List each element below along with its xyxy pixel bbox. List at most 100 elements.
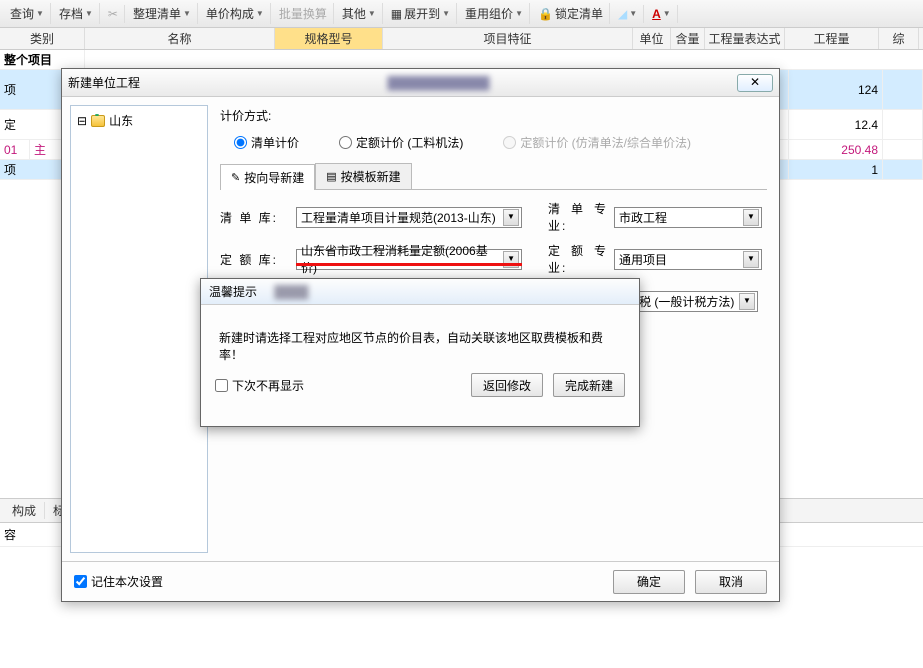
combo-quotalib[interactable]: 山东省市政工程消耗量定额(2006基价)▼	[296, 249, 522, 270]
red-annotation	[296, 263, 522, 266]
combo-listlib[interactable]: 工程量清单项目计量规范(2013-山东)▼	[296, 207, 522, 228]
highlight-button[interactable]: ◢▼	[612, 5, 644, 23]
label: 清单专业:	[548, 200, 608, 234]
finish-button[interactable]: 完成新建	[553, 373, 625, 397]
label: 批量换算	[279, 5, 327, 22]
scissors-icon: ✂	[108, 7, 118, 21]
combo-quotamajor[interactable]: 通用项目 ▼	[614, 249, 762, 270]
label: 下次不再显示	[232, 377, 304, 394]
tip-footer: 下次不再显示 返回修改 完成新建	[201, 373, 639, 397]
chevron-down-icon: ▼	[36, 9, 44, 18]
value: 通用项目	[619, 251, 667, 268]
dialog-title: 新建单位工程	[68, 74, 140, 91]
col-name: 名称	[85, 28, 275, 49]
grid-icon: ▦	[391, 7, 402, 21]
ok-button[interactable]: 确定	[613, 570, 685, 594]
file-icon: ▤	[326, 170, 336, 183]
other-button[interactable]: 其他▼	[336, 3, 383, 24]
blurred-text: ████████████	[140, 76, 737, 90]
cancel-button[interactable]: 取消	[695, 570, 767, 594]
value: 工程量清单项目计量规范(2013-山东)	[301, 209, 496, 226]
radio-list-pricing[interactable]: 清单计价	[234, 134, 299, 151]
label: 整理清单	[133, 5, 181, 22]
highlight-icon: ◢	[618, 7, 627, 21]
chevron-down-icon: ▼	[743, 251, 759, 268]
chevron-down-icon: ▼	[256, 9, 264, 18]
cell: 250.48	[789, 140, 883, 159]
col-unit: 单位	[633, 28, 671, 49]
dialog-footer: 记住本次设置 确定 取消	[62, 561, 779, 601]
col-zong: 综	[879, 28, 919, 49]
regroup-button[interactable]: 重用组价▼	[459, 3, 530, 24]
label: 按模板新建	[341, 168, 401, 185]
label: 查询	[10, 5, 34, 22]
scissors-button[interactable]: ✂	[102, 5, 125, 23]
col-expr: 工程量表达式	[705, 28, 785, 49]
folder-icon	[91, 115, 105, 127]
radio-input[interactable]	[339, 136, 352, 149]
value: 市政工程	[619, 209, 667, 226]
unitprice-button[interactable]: 单价构成▼	[200, 3, 271, 24]
chevron-down-icon: ▼	[739, 293, 755, 310]
lock-button[interactable]: 🔒锁定清单	[532, 3, 610, 24]
chevron-down-icon: ▼	[663, 9, 671, 18]
tab-template[interactable]: ▤ 按模板新建	[315, 163, 411, 189]
checkbox-input[interactable]	[74, 575, 87, 588]
chevron-down-icon: ▼	[442, 9, 450, 18]
fontcolor-button[interactable]: A▼	[646, 5, 678, 23]
label: 记住本次设置	[91, 573, 163, 590]
checkbox-input[interactable]	[215, 379, 228, 392]
value: 山东省市政工程消耗量定额(2006基价)	[301, 242, 503, 276]
cell: 124	[789, 70, 883, 109]
combo-listmajor[interactable]: 市政工程 ▼	[614, 207, 762, 228]
pricing-radios: 清单计价 定额计价 (工料机法) 定额计价 (仿清单法/综合单价法)	[220, 130, 767, 163]
tip-message: 新建时请选择工程对应地区节点的价目表，自动关联该地区取费模板和费率！	[201, 305, 639, 373]
label: 锁定清单	[555, 5, 603, 22]
bottom-tab[interactable]: 构成	[4, 502, 45, 519]
remember-checkbox[interactable]: 记住本次设置	[74, 573, 163, 590]
tree-item[interactable]: ⊟ 山东	[75, 110, 203, 131]
pricing-label: 计价方式:	[220, 107, 767, 124]
cell: 整个项目	[0, 50, 85, 69]
grid-row[interactable]: 整个项目	[0, 50, 923, 70]
chevron-down-icon: ▼	[85, 9, 93, 18]
blurred-text: ████	[274, 285, 308, 299]
col-gcl: 工程量	[785, 28, 879, 49]
close-button[interactable]: ✕	[737, 74, 773, 92]
main-toolbar: 查询▼ 存档▼ ✂ 整理清单▼ 单价构成▼ 批量换算 其他▼ ▦展开到▼ 重用组…	[0, 0, 923, 28]
query-button[interactable]: 查询▼	[4, 3, 51, 24]
dialog-titlebar: 新建单位工程 ████████████ ✕	[62, 69, 779, 97]
label: 清单计价	[251, 134, 299, 151]
expand-button[interactable]: ▦展开到▼	[385, 3, 457, 24]
back-button[interactable]: 返回修改	[471, 373, 543, 397]
archive-button[interactable]: 存档▼	[53, 3, 100, 24]
label: 定额计价 (仿清单法/综合单价法)	[520, 134, 691, 151]
noagain-checkbox[interactable]: 下次不再显示	[215, 377, 304, 394]
label: 定额计价 (工料机法)	[356, 134, 463, 151]
tip-dialog: 温馨提示 ████ 新建时请选择工程对应地区节点的价目表，自动关联该地区取费模板…	[200, 278, 640, 427]
chevron-down-icon: ▼	[743, 209, 759, 226]
row-quotalib: 定 额 库: 山东省市政工程消耗量定额(2006基价)▼ 定额专业: 通用项目 ▼	[220, 242, 767, 276]
font-color-icon: A	[652, 7, 661, 21]
label: 定额专业:	[548, 242, 608, 276]
region-tree[interactable]: ⊟ 山东	[70, 105, 208, 553]
cell: 1	[789, 160, 883, 179]
row-listlib: 清 单 库: 工程量清单项目计量规范(2013-山东)▼ 清单专业: 市政工程 ▼	[220, 200, 767, 234]
label: 定 额 库:	[220, 251, 290, 268]
batch-button[interactable]: 批量换算	[273, 3, 334, 24]
label: 单价构成	[206, 5, 254, 22]
cell: 01	[0, 140, 30, 159]
label: 清 单 库:	[220, 209, 290, 226]
radio-input[interactable]	[234, 136, 247, 149]
organize-button[interactable]: 整理清单▼	[127, 3, 198, 24]
tab-wizard[interactable]: ✎按向导新建	[220, 164, 315, 190]
radio-quota-pricing[interactable]: 定额计价 (工料机法)	[339, 134, 463, 151]
label: 按向导新建	[244, 169, 304, 186]
radio-quota-pricing2: 定额计价 (仿清单法/综合单价法)	[503, 134, 691, 151]
cell: 12.4	[789, 110, 883, 139]
chevron-down-icon: ▼	[368, 9, 376, 18]
tip-title: 温馨提示	[209, 285, 257, 299]
chevron-down-icon: ▼	[629, 9, 637, 18]
label: 存档	[59, 5, 83, 22]
col-feature: 项目特征	[383, 28, 633, 49]
